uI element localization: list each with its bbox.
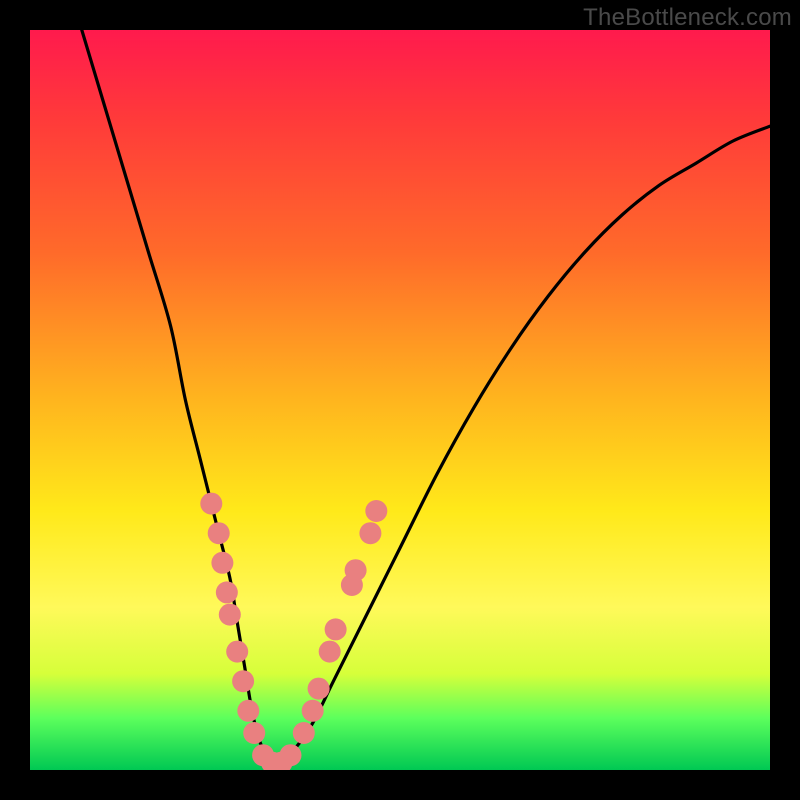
marker-point: [359, 522, 381, 544]
marker-point: [226, 641, 248, 663]
marker-point: [243, 722, 265, 744]
marker-point: [325, 618, 347, 640]
curve-svg: [30, 30, 770, 770]
marker-point: [345, 559, 367, 581]
marker-point: [219, 604, 241, 626]
marker-point: [308, 678, 330, 700]
plot-area: [30, 30, 770, 770]
marker-point: [302, 700, 324, 722]
marker-point: [279, 744, 301, 766]
watermark-text: TheBottleneck.com: [583, 4, 792, 32]
marker-point: [208, 522, 230, 544]
marker-point: [200, 493, 222, 515]
marker-point: [237, 700, 259, 722]
marker-point: [232, 670, 254, 692]
marker-point: [216, 581, 238, 603]
marker-point: [319, 641, 341, 663]
marker-point: [365, 500, 387, 522]
marker-point: [293, 722, 315, 744]
chart-frame: TheBottleneck.com: [0, 0, 800, 800]
bottleneck-curve: [82, 30, 770, 763]
marker-point: [211, 552, 233, 574]
